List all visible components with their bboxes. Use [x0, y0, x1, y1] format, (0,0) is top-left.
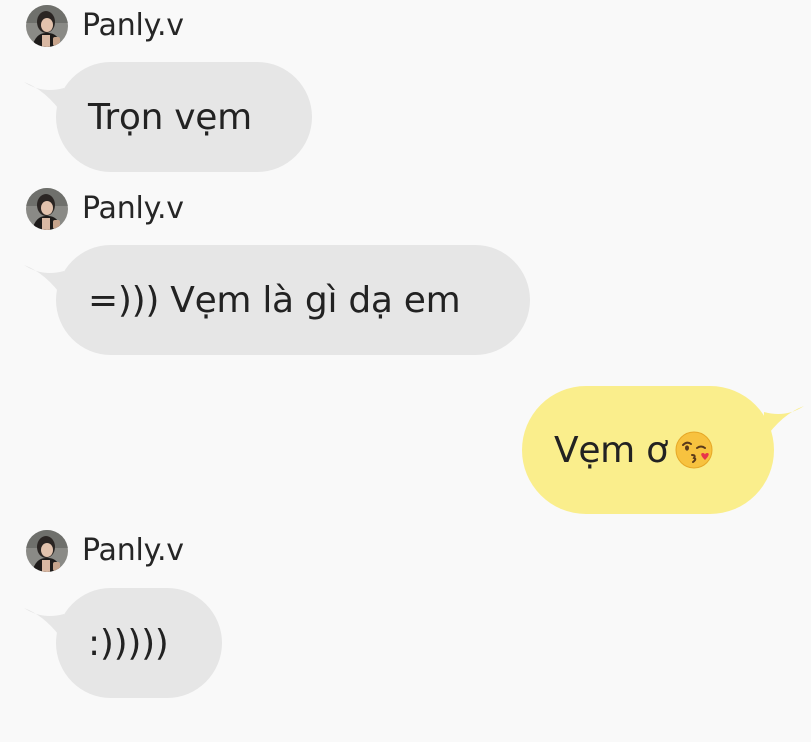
bubble-tail: [24, 608, 64, 642]
message-text: :))))): [88, 622, 169, 664]
message-bubble-incoming[interactable]: :))))): [24, 588, 222, 698]
avatar[interactable]: [26, 5, 68, 47]
avatar[interactable]: [26, 530, 68, 572]
message-bubble-incoming[interactable]: =))) Vẹm là gì dạ em: [24, 245, 530, 355]
sender-name: Panly.v: [82, 191, 184, 226]
kissing-wink-face-icon: [675, 431, 713, 469]
message-text: Vẹm ơ: [554, 429, 668, 471]
message-bubble-outgoing[interactable]: Vẹm ơ: [522, 386, 804, 514]
bubble-tail: [24, 265, 64, 299]
sender-row: Panly.v: [26, 529, 184, 573]
message-text: Trọn vẹm: [88, 96, 252, 138]
bubble-tail: [764, 406, 804, 440]
sender-name: Panly.v: [82, 8, 184, 43]
message-text: =))) Vẹm là gì dạ em: [88, 279, 461, 321]
sender-name: Panly.v: [82, 533, 184, 568]
sender-row: Panly.v: [26, 4, 184, 48]
avatar[interactable]: [26, 188, 68, 230]
bubble-tail: [24, 82, 64, 116]
message-bubble-incoming[interactable]: Trọn vẹm: [24, 62, 312, 172]
sender-row: Panly.v: [26, 187, 184, 231]
